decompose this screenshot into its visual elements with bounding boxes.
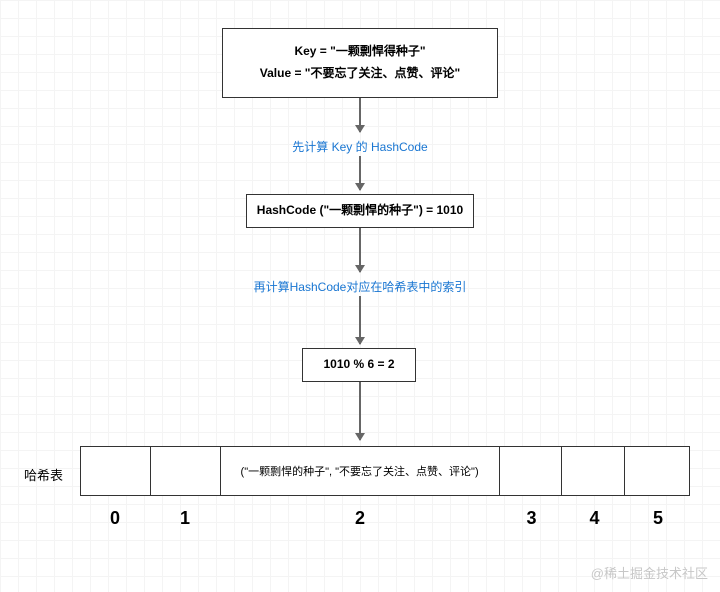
index-row: 0 1 2 3 4 5 xyxy=(80,504,690,532)
index-0: 0 xyxy=(80,504,150,532)
bucket-3 xyxy=(500,447,563,495)
hashcode-box: HashCode ("一颗剽悍的种子") = 1010 xyxy=(246,194,474,228)
diagram-canvas: Key = "一颗剽悍得种子" Value = "不要忘了关注、点赞、评论" 先… xyxy=(0,0,720,592)
arrow-1a xyxy=(359,98,361,132)
note-index: 再计算HashCode对应在哈希表中的索引 xyxy=(244,278,476,295)
bucket-0 xyxy=(81,447,151,495)
note-hashcode: 先计算 Key 的 HashCode xyxy=(280,138,440,155)
index-1: 1 xyxy=(150,504,220,532)
bucket-5 xyxy=(625,447,689,495)
kv-key-line: Key = "一颗剽悍得种子" xyxy=(294,41,425,63)
arrow-1b xyxy=(359,156,361,190)
kv-box: Key = "一颗剽悍得种子" Value = "不要忘了关注、点赞、评论" xyxy=(222,28,498,98)
arrow-2b xyxy=(359,296,361,344)
modulo-box: 1010 % 6 = 2 xyxy=(302,348,416,382)
index-4: 4 xyxy=(563,504,626,532)
watermark: @稀土掘金技术社区 xyxy=(591,563,708,582)
bucket-2: ("一颗剽悍的种子", "不要忘了关注、点赞、评论") xyxy=(221,447,500,495)
index-5: 5 xyxy=(626,504,690,532)
arrow-3 xyxy=(359,382,361,440)
kv-value-line: Value = "不要忘了关注、点赞、评论" xyxy=(260,63,460,85)
hash-table: ("一颗剽悍的种子", "不要忘了关注、点赞、评论") xyxy=(80,446,690,496)
index-2: 2 xyxy=(220,504,500,532)
bucket-1 xyxy=(151,447,221,495)
index-3: 3 xyxy=(500,504,563,532)
arrow-2a xyxy=(359,228,361,272)
bucket-4 xyxy=(562,447,625,495)
hash-table-label: 哈希表 xyxy=(24,465,63,484)
